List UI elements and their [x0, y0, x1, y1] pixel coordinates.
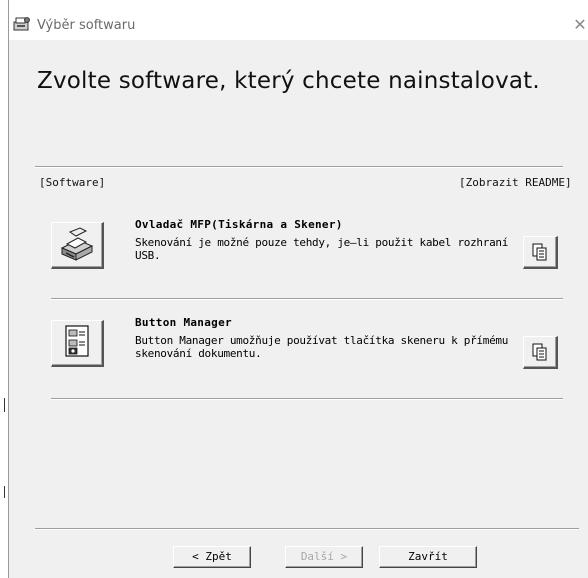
mfp-driver-desc-line1: Skenování je možné pouze tehdy, je–li po…	[135, 236, 509, 249]
mfp-driver-title: Ovladač MFP(Tiskárna a Skener)	[135, 218, 343, 231]
back-button[interactable]: < Zpět	[173, 546, 251, 568]
readme-column-label: [Zobrazit README]	[459, 176, 572, 189]
button-manager-desc-line1: Button Manager umožňuje používat tlačítk…	[135, 334, 509, 347]
window-title: Výběr softwaru	[37, 18, 136, 33]
app-icon	[13, 16, 31, 32]
page-heading: Zvolte software, který chcete nainstalov…	[37, 68, 540, 94]
button-manager-icon	[65, 325, 89, 357]
footer-divider	[35, 528, 579, 530]
button-manager-desc-line2: skenování dokumentu.	[135, 347, 262, 360]
list-bottom-divider	[51, 398, 563, 400]
items-divider	[51, 298, 563, 300]
install-mfp-driver-button[interactable]	[51, 222, 104, 269]
edge-mark	[4, 398, 5, 412]
close-icon[interactable]: ✕	[571, 16, 588, 34]
document-icon	[532, 243, 547, 261]
mfp-driver-desc-line2: USB.	[135, 249, 161, 262]
button-manager-description: Button Manager umožňuje používat tlačítk…	[135, 334, 527, 360]
next-button[interactable]: Další >	[285, 546, 363, 568]
close-button[interactable]: Zavřít	[379, 546, 477, 568]
software-column-label: [Software]	[39, 176, 106, 189]
title-bar: Výběr softwaru ✕	[9, 0, 588, 40]
document-icon	[532, 343, 547, 361]
installer-window: Výběr softwaru ✕ Zvolte software, který …	[8, 0, 588, 578]
mfp-driver-readme-button[interactable]	[523, 236, 558, 269]
install-button-manager-button[interactable]	[51, 320, 104, 367]
mfp-driver-description: Skenování je možné pouze tehdy, je–li po…	[135, 236, 527, 262]
printer-scanner-icon	[60, 227, 94, 261]
top-divider	[35, 166, 563, 168]
button-manager-readme-button[interactable]	[523, 336, 558, 369]
edge-mark	[4, 486, 5, 498]
button-manager-title: Button Manager	[135, 316, 232, 329]
